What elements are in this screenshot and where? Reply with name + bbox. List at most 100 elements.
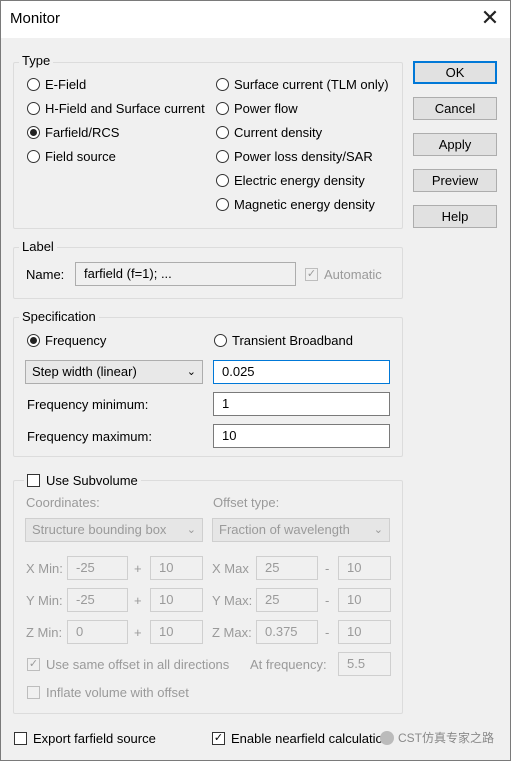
y-min-offset-field[interactable]: 10 (150, 588, 203, 612)
radio-circle (216, 126, 229, 139)
offset-type-value: Fraction of wavelength (219, 522, 350, 537)
radio-transient-broadband[interactable]: Transient Broadband (214, 333, 353, 348)
preview-button[interactable]: Preview (413, 169, 497, 192)
radio-circle (214, 334, 227, 347)
radio-circle (27, 102, 40, 115)
radio-current-density[interactable]: Current density (216, 125, 322, 140)
use-subvolume-checkbox[interactable]: Use Subvolume (24, 473, 141, 488)
at-frequency-label: At frequency: (250, 657, 327, 672)
z-min-field[interactable]: 0 (67, 620, 128, 644)
wechat-icon (380, 730, 394, 745)
ok-button[interactable]: OK (413, 61, 497, 84)
offset-type-label: Offset type: (213, 495, 280, 510)
radio-circle (216, 150, 229, 163)
minus-sign: - (325, 593, 330, 608)
step-mode-value: Step width (linear) (32, 364, 137, 379)
close-icon[interactable]: ✕ (478, 6, 502, 30)
minus-sign: - (325, 561, 330, 576)
check-icon: ✓ (212, 732, 225, 745)
radio-magnetic-energy-density[interactable]: Magnetic energy density (216, 197, 375, 212)
radio-electric-energy-density[interactable]: Electric energy density (216, 173, 365, 188)
frequency-maximum-field[interactable]: 10 (213, 424, 390, 448)
z-max-label: Z Max: (212, 625, 252, 640)
export-farfield-label: Export farfield source (33, 731, 156, 746)
enable-nearfield-label: Enable nearfield calculation (231, 731, 382, 746)
radio-circle-selected (27, 126, 40, 139)
y-min-label: Y Min: (26, 593, 63, 608)
help-button[interactable]: Help (413, 205, 497, 228)
radio-circle-selected (27, 334, 40, 347)
z-max-field[interactable]: 0.375 (256, 620, 318, 644)
radio-h-field[interactable]: H-Field and Surface current (27, 101, 205, 116)
radio-circle (27, 150, 40, 163)
radio-power-loss-density[interactable]: Power loss density/SAR (216, 149, 373, 164)
export-farfield-checkbox[interactable]: Export farfield source (14, 731, 156, 746)
z-min-offset-field[interactable]: 10 (150, 620, 203, 644)
name-field[interactable]: farfield (f=1); ... (75, 262, 296, 286)
radio-surface-current[interactable]: Surface current (TLM only) (216, 77, 389, 92)
radio-circle (216, 174, 229, 187)
specification-group-label: Specification (19, 309, 99, 324)
y-max-field[interactable]: 25 (256, 588, 318, 612)
radio-label: E-Field (45, 77, 87, 92)
offset-type-dropdown[interactable]: Fraction of wavelength ⌄ (212, 518, 390, 542)
radio-label: Surface current (TLM only) (234, 77, 389, 92)
radio-frequency[interactable]: Frequency (27, 333, 106, 348)
checkbox-box (14, 732, 27, 745)
step-width-field[interactable]: 0.025 (213, 360, 390, 384)
chevron-down-icon: ⌄ (186, 524, 196, 536)
automatic-label: Automatic (324, 267, 382, 282)
radio-circle (216, 102, 229, 115)
radio-farfield-rcs[interactable]: Farfield/RCS (27, 125, 119, 140)
x-min-field[interactable]: -25 (67, 556, 128, 580)
radio-field-source[interactable]: Field source (27, 149, 116, 164)
same-offset-checkbox[interactable]: ✓ Use same offset in all directions (27, 657, 229, 672)
type-group-label: Type (19, 53, 54, 68)
radio-label: Transient Broadband (232, 333, 353, 348)
minus-sign: - (325, 625, 330, 640)
label-group-label: Label (19, 239, 57, 254)
x-min-label: X Min: (26, 561, 63, 576)
checkbox-box (27, 474, 40, 487)
inflate-volume-checkbox[interactable]: Inflate volume with offset (27, 685, 189, 700)
cancel-button[interactable]: Cancel (413, 97, 497, 120)
y-min-field[interactable]: -25 (67, 588, 128, 612)
frequency-minimum-field[interactable]: 1 (213, 392, 390, 416)
y-max-offset-field[interactable]: 10 (338, 588, 391, 612)
radio-circle (216, 198, 229, 211)
title-bar (0, 0, 511, 38)
x-max-label: X Max (212, 561, 249, 576)
coordinates-value: Structure bounding box (32, 522, 167, 537)
frequency-minimum-label: Frequency minimum: (27, 397, 149, 412)
inflate-volume-label: Inflate volume with offset (46, 685, 189, 700)
chevron-down-icon: ⌄ (373, 524, 383, 536)
plus-sign: + (134, 561, 142, 576)
at-frequency-field[interactable]: 5.5 (338, 652, 391, 676)
radio-label: Power loss density/SAR (234, 149, 373, 164)
radio-label: Current density (234, 125, 323, 140)
coordinates-dropdown[interactable]: Structure bounding box ⌄ (25, 518, 203, 542)
x-max-field[interactable]: 25 (256, 556, 318, 580)
radio-e-field[interactable]: E-Field (27, 77, 86, 92)
apply-button[interactable]: Apply (413, 133, 497, 156)
automatic-checkbox[interactable]: ✓ Automatic (305, 267, 382, 282)
watermark-text: CST仿真专家之路 (398, 731, 495, 745)
checkbox-box (27, 686, 40, 699)
radio-label: Power flow (234, 101, 298, 116)
enable-nearfield-checkbox[interactable]: ✓ Enable nearfield calculation (212, 731, 382, 746)
window-title: Monitor (10, 10, 61, 27)
watermark: CST仿真专家之路 (380, 729, 494, 746)
coordinates-label: Coordinates: (26, 495, 100, 510)
y-max-label: Y Max: (212, 593, 253, 608)
z-max-offset-field[interactable]: 10 (338, 620, 391, 644)
same-offset-label: Use same offset in all directions (46, 657, 230, 672)
use-subvolume-label: Use Subvolume (46, 473, 138, 488)
x-min-offset-field[interactable]: 10 (150, 556, 203, 580)
radio-power-flow[interactable]: Power flow (216, 101, 298, 116)
radio-circle (216, 78, 229, 91)
x-max-offset-field[interactable]: 10 (338, 556, 391, 580)
radio-circle (27, 78, 40, 91)
step-mode-dropdown[interactable]: Step width (linear) ⌄ (25, 360, 203, 384)
radio-label: H-Field and Surface current (45, 101, 205, 116)
radio-label: Magnetic energy density (234, 197, 375, 212)
